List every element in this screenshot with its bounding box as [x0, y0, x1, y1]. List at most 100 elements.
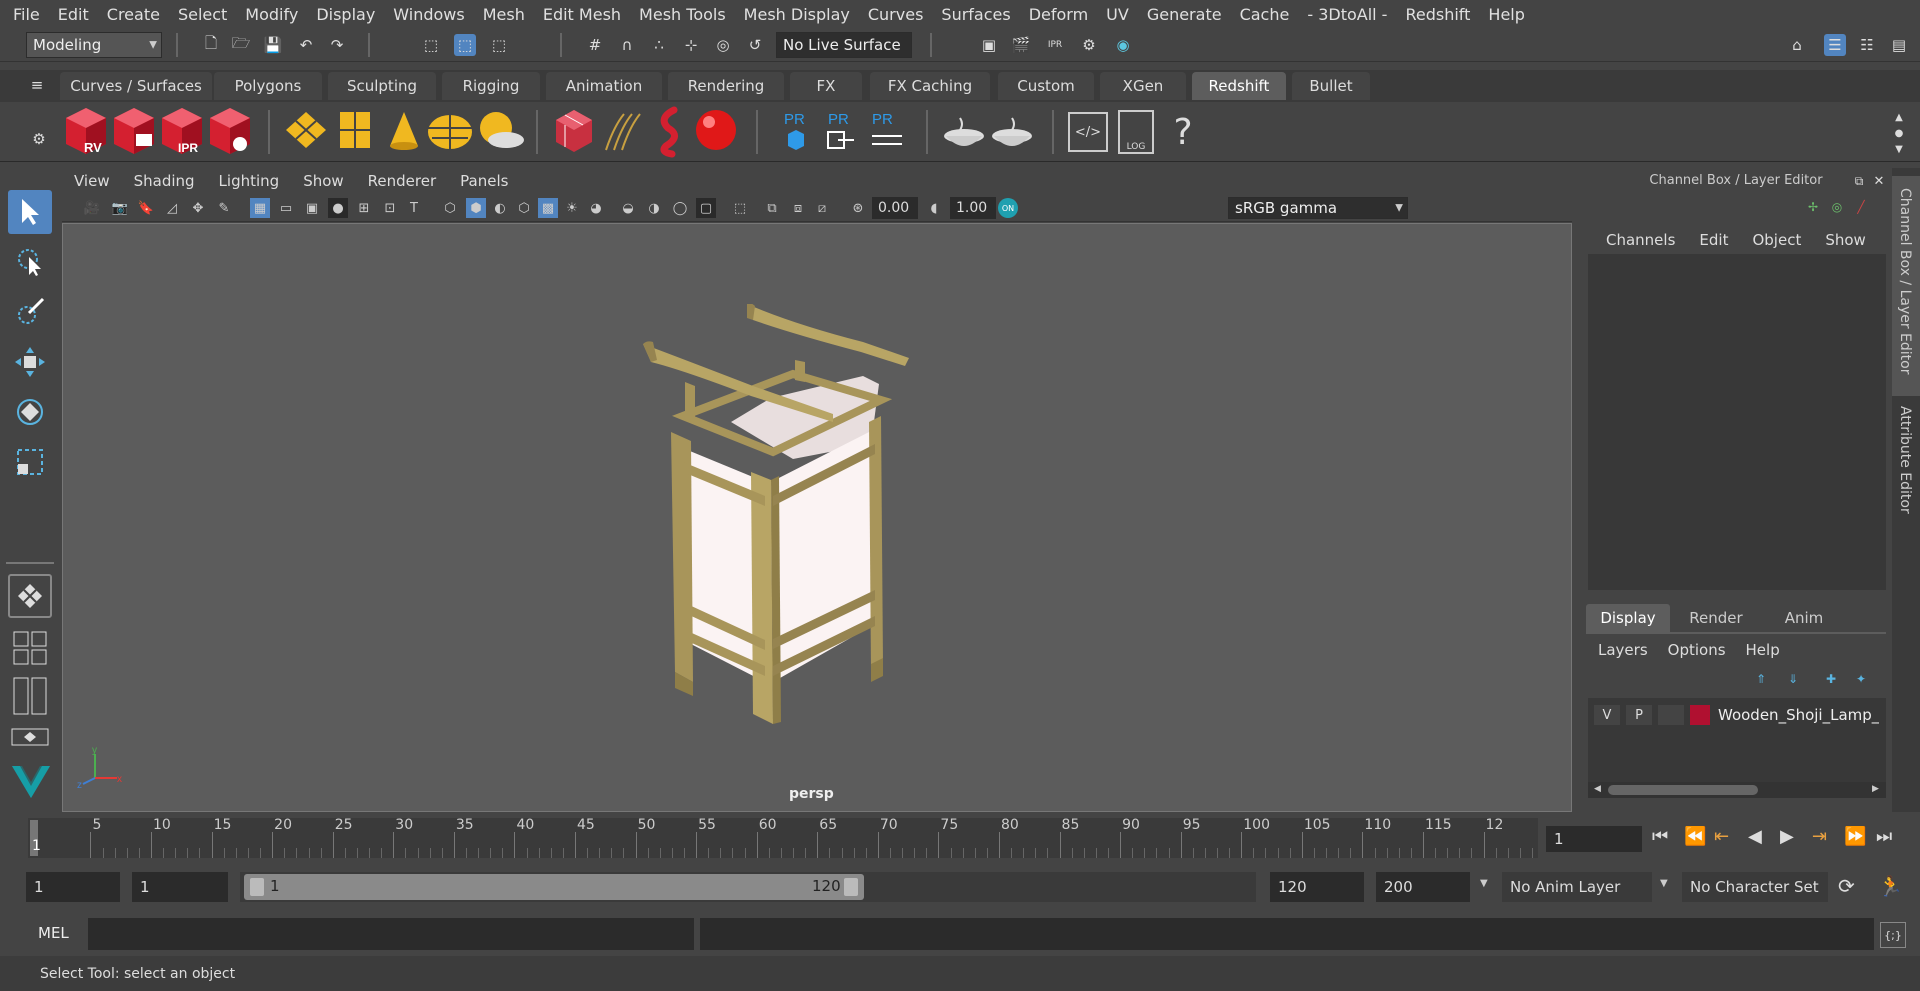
transform-icon[interactable]: ✢ [1802, 196, 1824, 218]
menu-mesh-display[interactable]: Mesh Display [735, 5, 859, 24]
xray-components-icon[interactable]: ⧄ [812, 198, 832, 218]
playback-start-field[interactable]: 1 [132, 872, 228, 902]
layer-row[interactable]: V P Wooden_Shoji_Lamp_ [1594, 704, 1884, 726]
snap-grid-icon[interactable]: # [584, 34, 606, 56]
menu-mesh[interactable]: Mesh [474, 5, 534, 24]
default-material-icon[interactable]: ◐ [490, 198, 510, 218]
perspective-viewport[interactable]: y x z persp [62, 223, 1572, 812]
script-editor-button-icon[interactable]: {;} [1880, 922, 1906, 948]
gate-mask-icon[interactable]: ● [328, 198, 348, 218]
play-forward-icon[interactable]: ▶ [1780, 826, 1794, 847]
lasso-tool-icon[interactable] [8, 240, 52, 284]
exposure-field[interactable]: 0.00 [872, 197, 918, 219]
textured-icon[interactable]: ▩ [538, 198, 558, 218]
menu-modify[interactable]: Modify [236, 5, 307, 24]
viewport-menu-show[interactable]: Show [291, 172, 355, 190]
tab-custom[interactable]: Custom [998, 72, 1094, 100]
redshift-render-sequence-icon[interactable] [114, 108, 154, 154]
grid-light-icon[interactable] [340, 112, 370, 148]
step-back-icon[interactable]: ⏪ [1684, 826, 1706, 847]
menu-display[interactable]: Display [307, 5, 384, 24]
mode-dropdown[interactable]: Modeling ▼ [26, 32, 162, 58]
scroll-thumb[interactable] [1608, 785, 1758, 795]
tab-attribute-editor[interactable]: Attribute Editor [1892, 400, 1920, 530]
mel-command-input[interactable] [88, 918, 694, 950]
range-start-grip[interactable] [250, 878, 264, 896]
redo-icon[interactable]: ↷ [326, 34, 348, 56]
shelf-scroll-down-icon[interactable]: ▼ [1888, 138, 1910, 160]
chevron-down-icon[interactable]: ▼ [1480, 878, 1488, 889]
viewport-menu-shading[interactable]: Shading [122, 172, 207, 190]
live-surface-field[interactable]: No Live Surface [776, 32, 912, 58]
redshift-ipr-icon[interactable]: IPR [162, 108, 202, 155]
close-panel-icon[interactable]: ✕ [1868, 170, 1890, 192]
motion-blur-icon[interactable]: ◑ [644, 198, 664, 218]
snap-view-icon[interactable]: ⊹ [680, 34, 702, 56]
tab-fx-caching[interactable]: FX Caching [870, 72, 990, 100]
channel-menu-object[interactable]: Object [1740, 231, 1813, 249]
hair-icon[interactable] [605, 113, 641, 151]
float-panel-icon[interactable]: ⧉ [1848, 170, 1870, 192]
tab-xgen[interactable]: XGen [1100, 72, 1186, 100]
open-scene-icon[interactable]: 🗁 [230, 34, 252, 56]
tab-rigging[interactable]: Rigging [442, 72, 540, 100]
animation-end-field[interactable]: 200 [1376, 872, 1470, 902]
layer-tab-display[interactable]: Display [1586, 604, 1670, 632]
log-icon[interactable]: LOG [1118, 110, 1154, 154]
new-scene-icon[interactable]: 🗋 [200, 34, 222, 56]
material-bowl-icon[interactable] [944, 117, 984, 146]
tab-animation[interactable]: Animation [546, 72, 662, 100]
wireframe-on-shaded-icon[interactable]: ⬡ [514, 198, 534, 218]
menu-mesh-tools[interactable]: Mesh Tools [630, 5, 735, 24]
safe-action-icon[interactable]: ⊡ [380, 198, 400, 218]
shape-icon[interactable]: ◎ [1826, 196, 1848, 218]
isolate-select-icon[interactable]: ⬚ [730, 198, 750, 218]
scale-tool-icon[interactable] [8, 440, 52, 484]
channel-menu-show[interactable]: Show [1813, 231, 1877, 249]
redshift-settings-icon[interactable] [210, 108, 250, 154]
channel-menu-edit[interactable]: Edit [1687, 231, 1740, 249]
tab-fx[interactable]: FX [790, 72, 862, 100]
step-forward-key-icon[interactable]: ⇥ [1812, 826, 1827, 847]
pr-cube-icon[interactable]: PR [784, 111, 805, 150]
animation-preferences-icon[interactable]: 🏃 [1878, 874, 1903, 898]
menu-3dtoall[interactable]: - 3DtoAll - [1298, 5, 1396, 24]
menu-file[interactable]: File [4, 5, 49, 24]
menu-surfaces[interactable]: Surfaces [932, 5, 1019, 24]
spot-light-icon[interactable] [390, 112, 418, 150]
snap-curve-icon[interactable]: ∩ [616, 34, 638, 56]
layer-visibility-toggle[interactable]: V [1594, 705, 1620, 725]
auto-key-icon[interactable]: ⟳ [1838, 874, 1855, 898]
save-scene-icon[interactable]: 💾 [262, 34, 284, 56]
smooth-shade-icon[interactable]: ⬢ [466, 198, 486, 218]
move-layer-up-icon[interactable]: ⇑ [1750, 668, 1772, 690]
new-layer-selected-icon[interactable]: ✦ [1850, 668, 1872, 690]
bookmark-icon[interactable]: 🔖 [136, 198, 156, 218]
viewport-menu-panels[interactable]: Panels [448, 172, 520, 190]
film-gate-icon[interactable]: ▭ [276, 198, 296, 218]
menu-create[interactable]: Create [98, 5, 169, 24]
resolution-gate-icon[interactable]: ▣ [302, 198, 322, 218]
menu-select[interactable]: Select [169, 5, 236, 24]
pr-export-icon[interactable]: PR [827, 111, 854, 149]
range-slider-track[interactable]: 1 120 [240, 872, 1256, 902]
menu-curves[interactable]: Curves [859, 5, 933, 24]
volume-icon[interactable] [660, 106, 678, 158]
snap-pivot-icon[interactable]: ↺ [744, 34, 766, 56]
tool-settings-icon[interactable]: ☷ [1856, 34, 1878, 56]
timeline-ruler[interactable]: 1 5 10 15 20 25 30 35 40 45 50 55 60 65 70 75 80 85 90 95 1… [28, 817, 1538, 858]
current-frame-field[interactable]: 1 [1546, 826, 1642, 852]
image-plane-icon[interactable]: ◿ [162, 198, 182, 218]
tab-curves-surfaces[interactable]: Curves / Surfaces [60, 72, 212, 100]
proxy-cube-icon[interactable] [556, 110, 592, 152]
sun-sky-icon[interactable] [480, 112, 524, 148]
layer-tab-render[interactable]: Render [1674, 604, 1758, 632]
four-view-layout-icon[interactable] [8, 628, 52, 668]
camera-icon[interactable]: 🎥 [82, 198, 102, 218]
step-forward-icon[interactable]: ⏩ [1844, 826, 1866, 847]
undo-icon[interactable]: ↶ [295, 34, 317, 56]
redshift-rv-icon[interactable]: RV [66, 108, 106, 155]
shoji-lamp-model[interactable] [643, 304, 1013, 724]
toggle-layout-icon[interactable]: ☰ [1824, 34, 1846, 56]
tab-polygons[interactable]: Polygons [214, 72, 322, 100]
